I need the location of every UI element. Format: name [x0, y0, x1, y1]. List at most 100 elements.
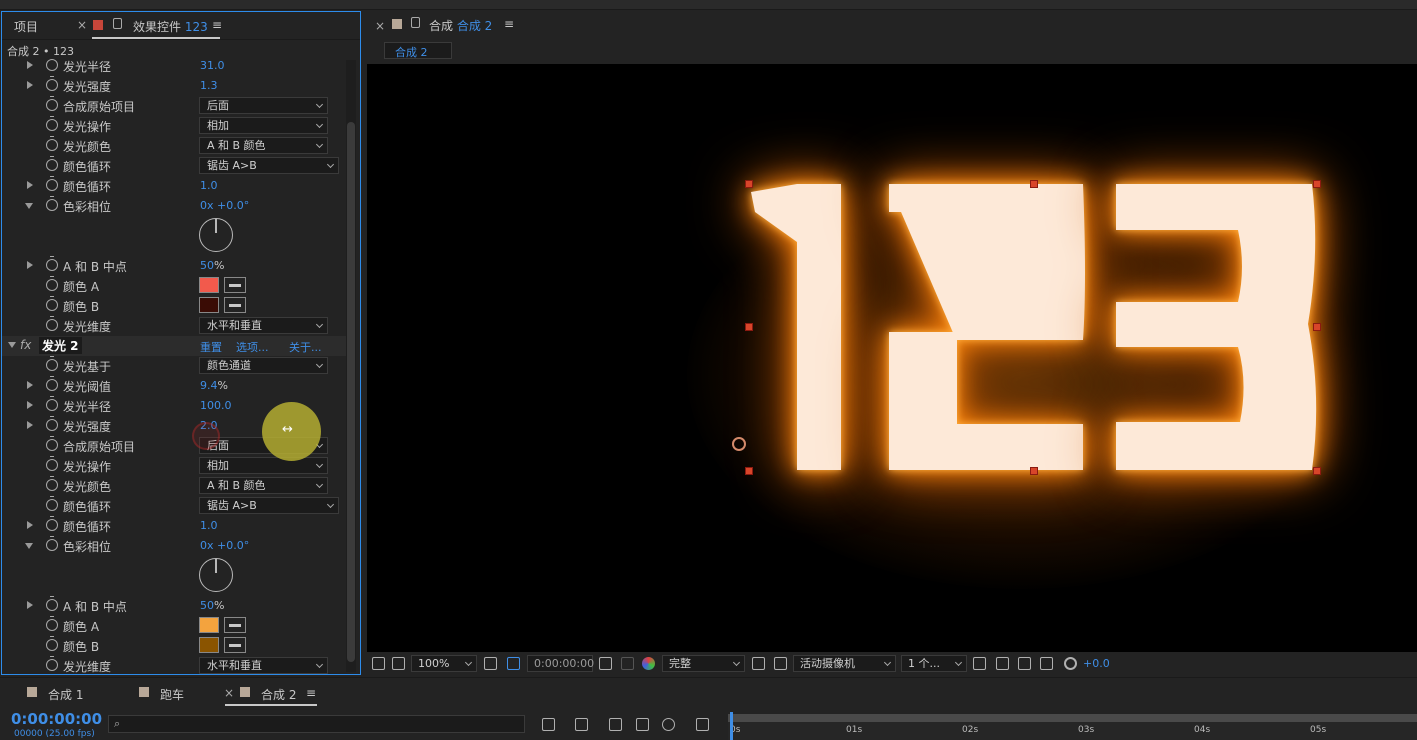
property-value[interactable]: 50%: [200, 259, 224, 272]
comp-tab[interactable]: 合成 合成 2: [429, 17, 492, 34]
transform-handle[interactable]: [745, 467, 753, 475]
property-dropdown[interactable]: 水平和垂直: [199, 657, 328, 674]
hue-phase-dial[interactable]: [199, 558, 233, 592]
tab-project[interactable]: 项目: [14, 18, 38, 35]
twirl-arrow-icon[interactable]: [27, 401, 33, 409]
stopwatch-icon[interactable]: [46, 76, 58, 91]
stopwatch-icon[interactable]: [46, 416, 58, 431]
stopwatch-icon[interactable]: [46, 596, 58, 611]
stopwatch-icon[interactable]: [46, 156, 58, 171]
stopwatch-icon[interactable]: [46, 396, 58, 411]
region-of-interest-icon[interactable]: [752, 657, 765, 670]
stopwatch-icon[interactable]: [46, 456, 58, 471]
color-swatch[interactable]: [199, 637, 219, 653]
stopwatch-icon[interactable]: [46, 636, 58, 651]
reset-link[interactable]: 重置: [200, 339, 222, 355]
stopwatch-icon[interactable]: [46, 316, 58, 331]
eyedropper-icon[interactable]: [224, 277, 246, 293]
stopwatch-icon[interactable]: [46, 356, 58, 371]
stopwatch-icon[interactable]: [46, 516, 58, 531]
timeline-tab-comp-1[interactable]: 合成 1: [48, 686, 83, 703]
comp-menu-icon[interactable]: ≡: [504, 17, 514, 31]
property-dropdown[interactable]: 锯齿 A>B: [199, 497, 339, 514]
property-value[interactable]: 50%: [200, 599, 224, 612]
exposure-value[interactable]: +0.0: [1083, 657, 1110, 670]
property-value[interactable]: 0x +0.0°: [200, 199, 249, 212]
comp-flowchart-tab[interactable]: 合成 2: [384, 42, 452, 59]
property-value[interactable]: 1.0: [200, 519, 218, 532]
stopwatch-icon[interactable]: [46, 536, 58, 551]
stopwatch-icon[interactable]: [46, 276, 58, 291]
fast-previews-icon[interactable]: [996, 657, 1009, 670]
eyedropper-icon[interactable]: [224, 617, 246, 633]
transform-handle[interactable]: [745, 180, 753, 188]
stopwatch-icon[interactable]: [46, 136, 58, 151]
color-swatch[interactable]: [199, 277, 219, 293]
tab-effect-controls[interactable]: 效果控件 123: [133, 18, 208, 35]
stopwatch-icon[interactable]: [46, 176, 58, 191]
eyedropper-icon[interactable]: [224, 637, 246, 653]
timeline-tab-comp-2[interactable]: 合成 2: [261, 686, 296, 703]
zoom-dropdown[interactable]: 100%: [411, 655, 477, 672]
stopwatch-icon[interactable]: [46, 256, 58, 271]
close-icon[interactable]: ×: [77, 18, 87, 32]
property-value[interactable]: 0x +0.0°: [200, 539, 249, 552]
monitor-icon[interactable]: [392, 657, 405, 670]
twirl-arrow-icon[interactable]: [27, 261, 33, 269]
transform-handle[interactable]: [1313, 323, 1321, 331]
stopwatch-icon[interactable]: [46, 436, 58, 451]
comp-mini-flowchart-icon[interactable]: [542, 718, 555, 731]
timeline-tab-race-car[interactable]: 跑车: [160, 686, 184, 703]
mask-toggle-icon[interactable]: [507, 657, 520, 670]
resolution-dropdown[interactable]: 完整: [662, 655, 745, 672]
eyedropper-icon[interactable]: [224, 297, 246, 313]
property-dropdown[interactable]: 水平和垂直: [199, 317, 328, 334]
about-link[interactable]: 关于...: [289, 339, 322, 355]
camera-snapshot-icon[interactable]: [599, 657, 612, 670]
property-value[interactable]: 1.3: [200, 79, 218, 92]
flowchart-icon[interactable]: [1040, 657, 1053, 670]
comp-close-icon[interactable]: ×: [375, 19, 385, 33]
color-swatch[interactable]: [199, 297, 219, 313]
transparency-grid-icon[interactable]: [774, 657, 787, 670]
stopwatch-icon[interactable]: [46, 656, 58, 671]
color-channel-icon[interactable]: [642, 657, 655, 670]
transform-handle[interactable]: [1313, 467, 1321, 475]
transform-handle[interactable]: [1313, 180, 1321, 188]
property-value[interactable]: 100.0: [200, 399, 232, 412]
layer-search-input[interactable]: ⌕: [108, 715, 525, 733]
graph-editor-icon[interactable]: [696, 718, 709, 731]
viewer-timecode[interactable]: 0:00:00:00: [527, 655, 594, 672]
frame-blending-icon[interactable]: [636, 718, 649, 731]
twirl-arrow-icon[interactable]: [25, 203, 33, 209]
stopwatch-icon[interactable]: [46, 296, 58, 311]
motion-blur-icon[interactable]: [662, 718, 675, 731]
composition-viewer[interactable]: 123: [367, 64, 1417, 652]
stopwatch-icon[interactable]: [46, 496, 58, 511]
panel-menu-icon[interactable]: ≡: [212, 18, 222, 32]
comp-lock-icon[interactable]: [411, 17, 420, 28]
property-dropdown[interactable]: 后面: [199, 97, 328, 114]
stopwatch-icon[interactable]: [46, 116, 58, 131]
hide-shy-layers-icon[interactable]: [609, 718, 622, 731]
work-area-bar[interactable]: [728, 714, 1417, 722]
twirl-arrow-icon[interactable]: [27, 601, 33, 609]
property-dropdown[interactable]: A 和 B 颜色: [199, 137, 328, 154]
camera-dropdown[interactable]: 活动摄像机: [793, 655, 896, 672]
twirl-arrow-icon[interactable]: [27, 81, 33, 89]
scrollbar-thumb[interactable]: [347, 122, 355, 662]
stopwatch-icon[interactable]: [46, 376, 58, 391]
stopwatch-icon[interactable]: [46, 616, 58, 631]
property-value[interactable]: 1.0: [200, 179, 218, 192]
transform-handle[interactable]: [745, 323, 753, 331]
transform-handle[interactable]: [1030, 180, 1038, 188]
fx-toggle-icon[interactable]: fx: [20, 338, 31, 352]
playhead[interactable]: [730, 712, 733, 740]
draft-3d-icon[interactable]: [575, 718, 588, 731]
timeline-menu-icon[interactable]: ≡: [306, 686, 316, 700]
reset-exposure-icon[interactable]: [1064, 657, 1077, 670]
grid-icon[interactable]: [484, 657, 497, 670]
property-dropdown[interactable]: 相加: [199, 457, 328, 474]
property-dropdown[interactable]: 颜色通道: [199, 357, 328, 374]
stopwatch-icon[interactable]: [46, 476, 58, 491]
